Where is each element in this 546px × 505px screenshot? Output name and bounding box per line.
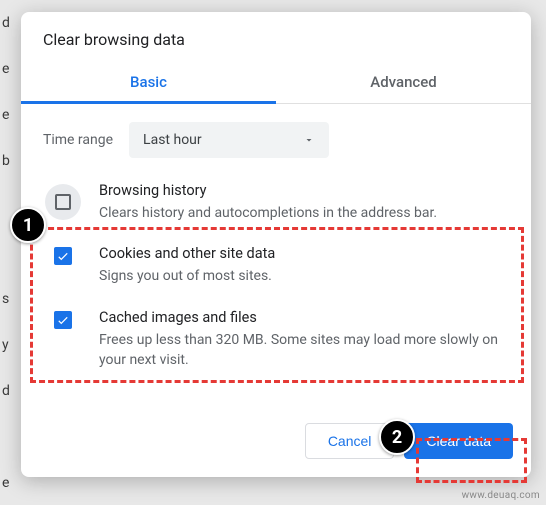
time-range-row: Time range Last hour (21, 104, 531, 172)
option-browsing-history[interactable]: Browsing history Clears history and auto… (43, 172, 509, 235)
tabs: Basic Advanced (21, 63, 531, 104)
tab-advanced[interactable]: Advanced (276, 63, 531, 103)
option-desc: Clears history and autocompletions in th… (99, 203, 509, 223)
option-desc: Frees up less than 320 MB. Some sites ma… (99, 330, 509, 371)
dialog-title: Clear browsing data (21, 12, 531, 63)
option-cache[interactable]: Cached images and files Frees up less th… (43, 299, 509, 383)
checkbox-checked[interactable] (54, 311, 72, 329)
checkmark-icon (56, 313, 70, 327)
checkbox-square-icon (55, 194, 71, 210)
option-cookies[interactable]: Cookies and other site data Signs you ou… (43, 235, 509, 298)
checkbox-unchecked[interactable] (45, 184, 81, 220)
tab-basic[interactable]: Basic (21, 63, 276, 103)
time-range-select[interactable]: Last hour (129, 122, 329, 158)
time-range-label: Time range (43, 132, 113, 148)
option-title: Cached images and files (99, 309, 509, 326)
time-range-value: Last hour (143, 132, 202, 148)
checkbox-checked[interactable] (54, 247, 72, 265)
options-list: Browsing history Clears history and auto… (21, 172, 531, 382)
clear-data-button[interactable]: Clear data (404, 423, 513, 459)
watermark: www.deuaq.com (462, 490, 540, 501)
cancel-button[interactable]: Cancel (305, 423, 395, 459)
chevron-down-icon (303, 134, 315, 146)
option-title: Browsing history (99, 182, 509, 199)
option-title: Cookies and other site data (99, 245, 509, 262)
checkmark-icon (56, 249, 70, 263)
dialog-footer: Cancel Clear data (21, 407, 531, 477)
clear-browsing-data-dialog: Clear browsing data Basic Advanced Time … (21, 12, 531, 477)
option-desc: Signs you out of most sites. (99, 266, 509, 286)
